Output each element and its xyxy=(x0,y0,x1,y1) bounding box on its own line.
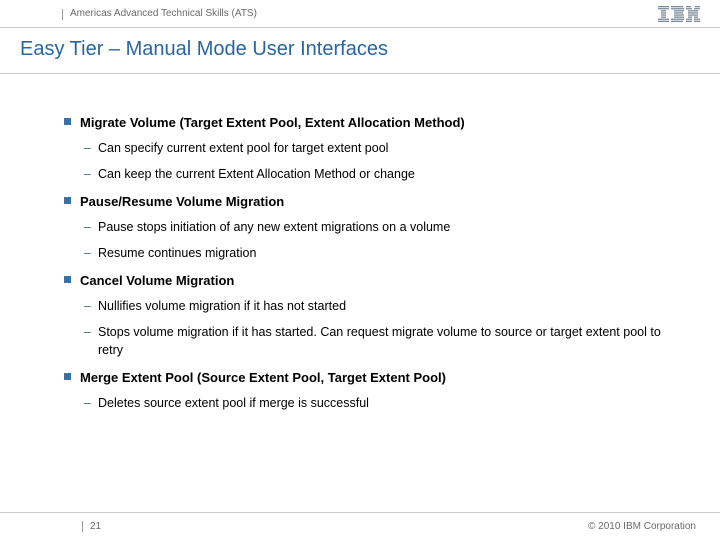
sub-bullet: Deletes source extent pool if merge is s… xyxy=(80,394,670,412)
bullet-head: Pause/Resume Volume Migration xyxy=(80,193,670,212)
org-name: Americas Advanced Technical Skills (ATS) xyxy=(70,8,257,19)
bullet-head: Merge Extent Pool (Source Extent Pool, T… xyxy=(80,369,670,388)
bullet-head: Cancel Volume Migration xyxy=(80,272,670,291)
sub-bullet: Pause stops initiation of any new extent… xyxy=(80,218,670,236)
copyright-text: © 2010 IBM Corporation xyxy=(588,521,696,532)
sub-bullet: Can keep the current Extent Allocation M… xyxy=(80,165,670,183)
slide-header: Americas Advanced Technical Skills (ATS) xyxy=(0,0,720,28)
bullet-head: Migrate Volume (Target Extent Pool, Exte… xyxy=(80,114,670,133)
ibm-logo-icon xyxy=(658,6,700,22)
sub-bullet: Stops volume migration if it has started… xyxy=(80,323,670,359)
bullet-group: Pause/Resume Volume Migration Pause stop… xyxy=(80,193,670,262)
title-bar: Easy Tier – Manual Mode User Interfaces xyxy=(0,28,720,74)
bullet-group: Merge Extent Pool (Source Extent Pool, T… xyxy=(80,369,670,412)
bullet-group: Cancel Volume Migration Nullifies volume… xyxy=(80,272,670,359)
slide-content: Migrate Volume (Target Extent Pool, Exte… xyxy=(0,74,720,412)
sub-bullet: Resume continues migration xyxy=(80,244,670,262)
slide-title: Easy Tier – Manual Mode User Interfaces xyxy=(20,38,700,61)
sub-bullet: Can specify current extent pool for targ… xyxy=(80,139,670,157)
slide-footer: 21 © 2010 IBM Corporation xyxy=(0,512,720,540)
page-number: 21 xyxy=(90,521,101,532)
sub-bullet: Nullifies volume migration if it has not… xyxy=(80,297,670,315)
bullet-group: Migrate Volume (Target Extent Pool, Exte… xyxy=(80,114,670,183)
